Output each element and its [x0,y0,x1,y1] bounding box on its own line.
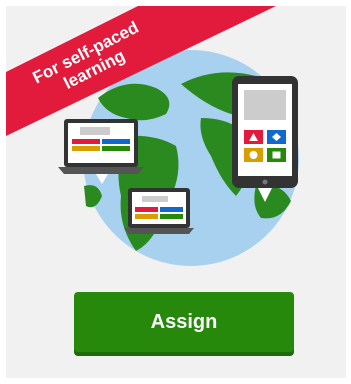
tablet-icon [232,76,298,202]
self-paced-card: For self-paced learning Assign [6,6,346,378]
assign-button[interactable]: Assign [74,292,294,352]
self-paced-illustration [6,6,299,266]
laptop-small-icon [124,188,194,234]
